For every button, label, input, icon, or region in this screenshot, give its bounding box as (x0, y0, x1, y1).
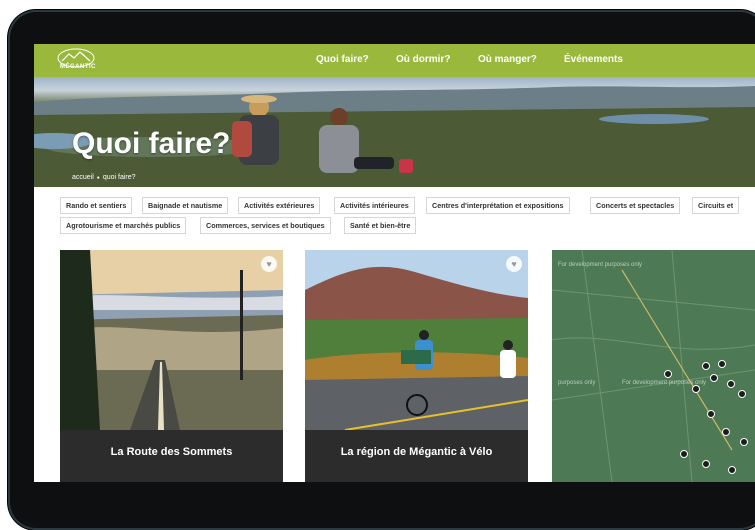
nav-quoi-faire[interactable]: Quoi faire? (316, 54, 369, 65)
logo-wordmark: MÉGANTIC (60, 64, 96, 70)
megantic-velo-image (305, 250, 528, 430)
activity-card[interactable]: ♥ La Route des Sommets (60, 250, 283, 482)
map-pin-icon[interactable] (740, 438, 748, 446)
map-pin-icon[interactable] (702, 362, 710, 370)
map-pin-icon[interactable] (702, 460, 710, 468)
map-watermark: For development purposes only (558, 262, 643, 268)
filter-circuits[interactable]: Circuits et (692, 197, 740, 214)
map-pin-icon[interactable] (680, 450, 688, 458)
favorite-heart-icon[interactable]: ♥ (261, 256, 277, 272)
hero-banner: Quoi faire? accueil ● quoi faire? (34, 77, 755, 187)
card-title: La région de Mégantic à Vélo (340, 446, 493, 458)
filter-centres-interpretation[interactable]: Centres d'interprétation et expositions (426, 197, 570, 214)
filter-agrotourisme[interactable]: Agrotourisme et marchés publics (60, 217, 187, 234)
map-pin-icon[interactable] (710, 374, 718, 382)
breadcrumb-separator: ● (96, 175, 100, 181)
nav-evenements[interactable]: Événements (564, 54, 623, 65)
nav-ou-dormir[interactable]: Où dormir? (396, 54, 450, 65)
breadcrumb-current: quoi faire? (102, 174, 136, 181)
map-watermark: purposes only (558, 380, 596, 386)
top-navbar: MÉGANTIC Quoi faire? Où dormir? Où mange… (34, 44, 755, 77)
breadcrumb-home-link[interactable]: accueil (72, 174, 94, 181)
nav-ou-manger[interactable]: Où manger? (478, 54, 537, 65)
map-pin-icon[interactable] (664, 370, 672, 378)
map-pin-icon[interactable] (722, 428, 730, 436)
map-pin-icon[interactable] (692, 385, 700, 393)
filter-sante-bien-etre[interactable]: Santé et bien-être (344, 217, 417, 234)
filter-activites-interieures[interactable]: Activités intérieures (334, 197, 415, 214)
filter-rando-sentiers[interactable]: Rando et sentiers (60, 197, 133, 214)
breadcrumb: accueil ● quoi faire? (72, 174, 139, 181)
map-panel[interactable]: For development purposes only purposes o… (552, 250, 755, 482)
map-pin-icon[interactable] (727, 380, 735, 388)
map-pin-icon[interactable] (738, 390, 746, 398)
map-pin-icon[interactable] (718, 360, 726, 368)
filter-baignade-nautisme[interactable]: Baignade et nautisme (142, 197, 229, 214)
filter-concerts-spectacles[interactable]: Concerts et spectacles (590, 197, 681, 214)
page-title: Quoi faire? (72, 127, 231, 160)
activity-card[interactable]: ♥ La région de Mégantic à Vélo (305, 250, 528, 482)
filter-activites-exterieures[interactable]: Activités extérieures (238, 197, 321, 214)
card-title: La Route des Sommets (110, 446, 233, 458)
screen: MÉGANTIC Quoi faire? Où dormir? Où mange… (34, 44, 755, 482)
favorite-heart-icon[interactable]: ♥ (506, 256, 522, 272)
route-des-sommets-image (60, 250, 283, 430)
map-pin-icon[interactable] (728, 466, 736, 474)
map-pin-icon[interactable] (707, 410, 715, 418)
filter-commerces-services[interactable]: Commerces, services et boutiques (200, 217, 331, 234)
